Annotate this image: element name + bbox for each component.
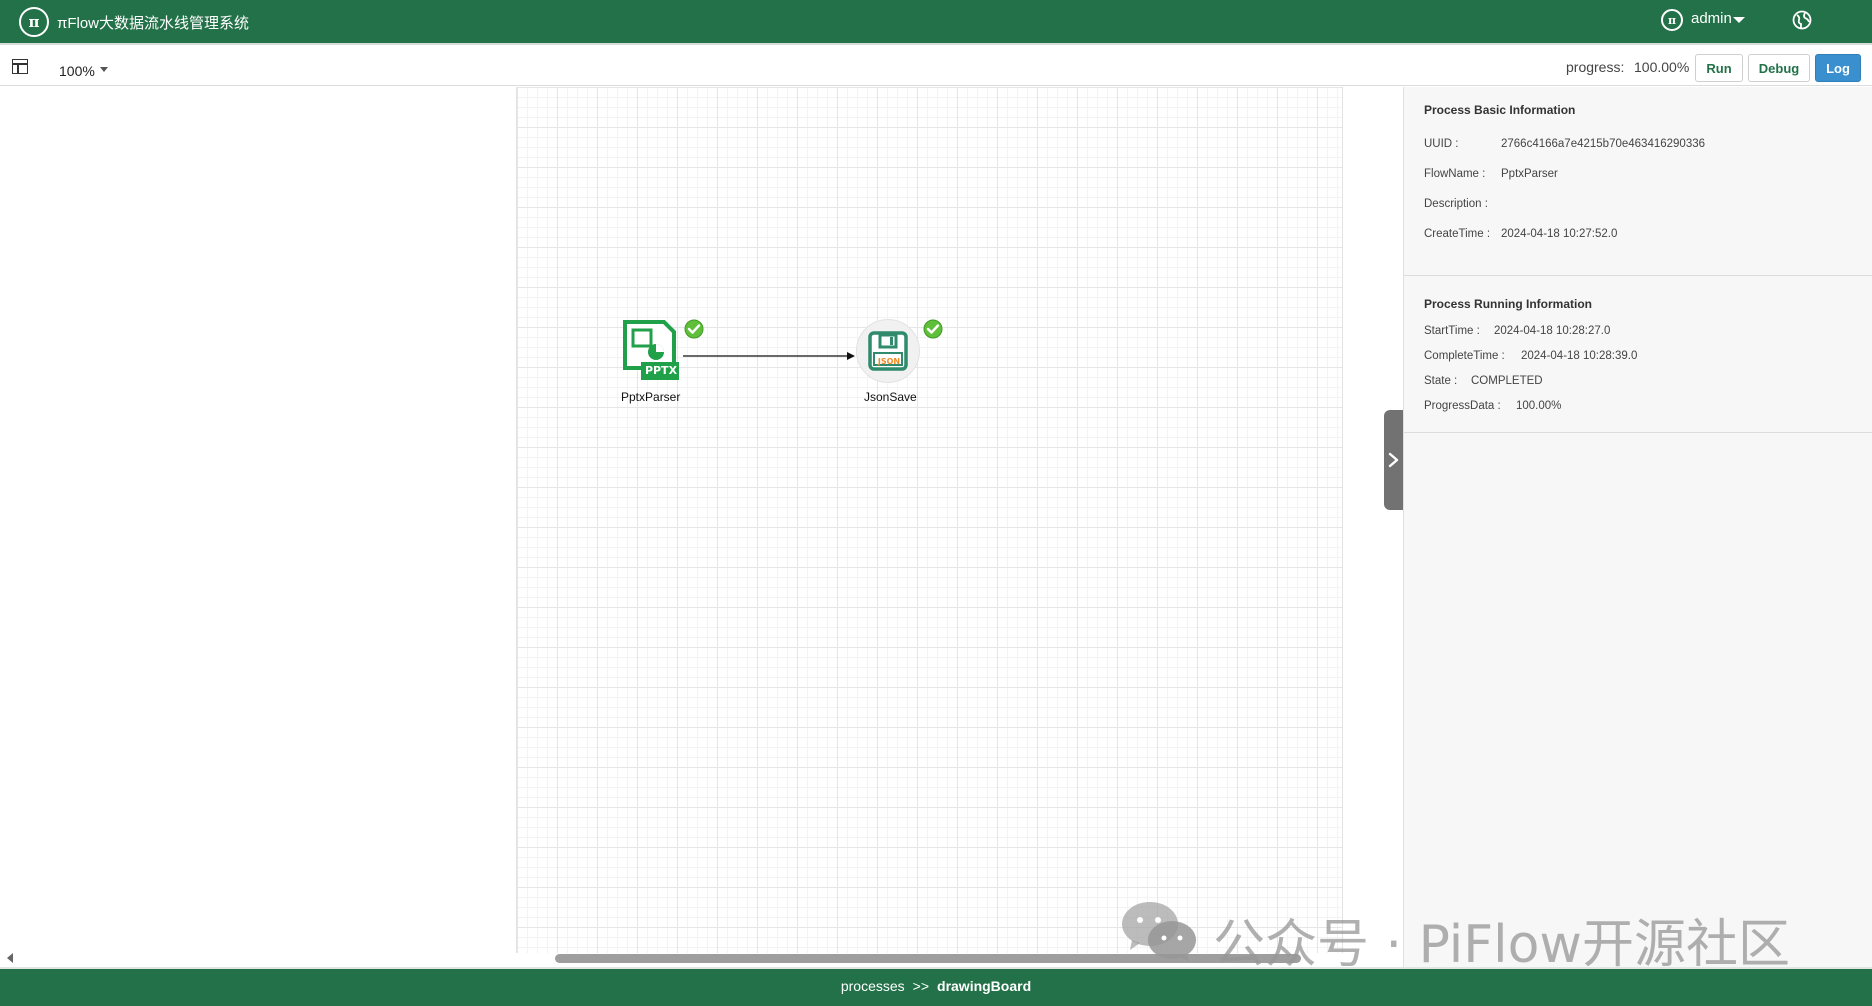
run-button[interactable]: Run <box>1695 54 1743 82</box>
horizontal-scrollbar-thumb[interactable] <box>555 954 1301 963</box>
breadcrumb-drawingboard: drawingBoard <box>937 978 1032 994</box>
section-title-running: Process Running Information <box>1424 297 1593 311</box>
status-check-icon <box>684 319 704 339</box>
progress-value: 100.00% <box>1634 59 1690 75</box>
starttime-value: 2024-04-18 10:28:27.0 <box>1494 325 1611 337</box>
layout-toggle-icon[interactable] <box>12 59 28 74</box>
user-avatar-icon[interactable]: π <box>1661 9 1683 31</box>
description-label: Description : <box>1424 198 1488 210</box>
panel-collapse-button[interactable] <box>1384 410 1404 510</box>
progressdata-label: ProgressData : <box>1424 400 1501 412</box>
status-check-icon <box>923 319 943 339</box>
createtime-value: 2024-04-18 10:27:52.0 <box>1501 228 1618 240</box>
json-save-icon <box>868 331 908 371</box>
starttime-row: StartTime : 2024-04-18 10:28:27.0 <box>1424 325 1610 337</box>
process-running-info: Process Running Information StartTime : … <box>1404 277 1872 433</box>
createtime-row: CreateTime : 2024-04-18 10:27:52.0 <box>1424 228 1617 240</box>
completetime-row: CompleteTime : 2024-04-18 10:28:39.0 <box>1424 350 1637 362</box>
progress-label: progress: <box>1566 59 1625 75</box>
toolbar: 100% progress: 100.00% Run Debug Log <box>0 43 1872 86</box>
scroll-left-arrow-icon[interactable] <box>7 953 13 963</box>
uuid-value: 2766c4166a7e4215b70e463416290336 <box>1501 138 1706 150</box>
starttime-label: StartTime : <box>1424 325 1480 337</box>
breadcrumb: processes >> drawingBoard <box>0 967 1872 1006</box>
globe-icon[interactable] <box>1792 10 1812 30</box>
flow-node-jsonsave[interactable]: JSON <box>856 319 920 383</box>
zoom-select[interactable]: 100% <box>59 63 95 79</box>
chevron-right-icon <box>1388 452 1399 468</box>
process-info-panel: Process Basic Information UUID : 2766c41… <box>1403 87 1872 967</box>
state-label: State : <box>1424 375 1458 387</box>
app-header: π πFlow大数据流水线管理系统 π admin <box>0 0 1872 43</box>
piflow-logo[interactable]: π <box>19 7 49 37</box>
section-title-basic: Process Basic Information <box>1424 103 1576 117</box>
uuid-label: UUID : <box>1424 138 1459 150</box>
pptx-node-icon-text: PPTX <box>644 364 678 377</box>
log-button[interactable]: Log <box>1815 54 1861 82</box>
debug-button[interactable]: Debug <box>1748 54 1810 82</box>
drawing-canvas[interactable]: PPTX PptxParser JSON JsonSave <box>516 87 1343 953</box>
breadcrumb-processes[interactable]: processes <box>841 978 905 994</box>
flowname-label: FlowName : <box>1424 168 1486 180</box>
state-row: State : COMPLETED <box>1424 375 1543 387</box>
completetime-label: CompleteTime : <box>1424 350 1505 362</box>
user-menu-name[interactable]: admin <box>1691 10 1732 27</box>
uuid-row: UUID : 2766c4166a7e4215b70e463416290336 <box>1424 138 1705 150</box>
progressdata-value: 100.00% <box>1516 400 1562 412</box>
json-node-icon-text: JSON <box>877 357 901 366</box>
chevron-down-icon[interactable] <box>1733 17 1745 23</box>
flow-node-pptxparser[interactable]: PPTX <box>622 320 680 382</box>
completetime-value: 2024-04-18 10:28:39.0 <box>1521 350 1638 362</box>
flowname-value: PptxParser <box>1501 168 1558 180</box>
description-row: Description : <box>1424 198 1488 210</box>
node-label-jsonsave: JsonSave <box>864 390 917 404</box>
breadcrumb-separator: >> <box>912 978 930 994</box>
zoom-chevron-down-icon[interactable] <box>100 67 108 72</box>
flow-edge-arrow[interactable] <box>683 351 855 361</box>
progressdata-row: ProgressData : 100.00% <box>1424 400 1561 412</box>
state-value: COMPLETED <box>1471 375 1543 387</box>
createtime-label: CreateTime : <box>1424 228 1491 240</box>
node-label-pptxparser: PptxParser <box>621 390 681 404</box>
app-title: πFlow大数据流水线管理系统 <box>57 15 250 32</box>
flowname-row: FlowName : PptxParser <box>1424 168 1558 180</box>
process-basic-info: Process Basic Information UUID : 2766c41… <box>1404 87 1872 276</box>
